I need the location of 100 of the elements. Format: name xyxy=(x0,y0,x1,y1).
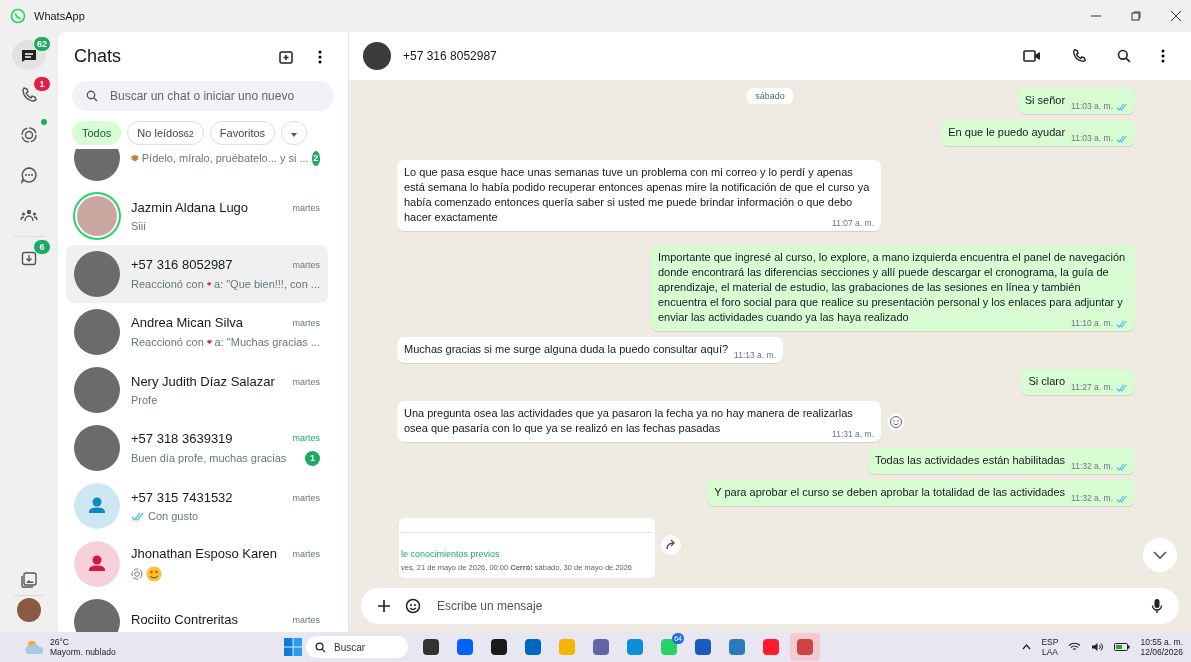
message-preview: Pídelo, míralo, pruébatelo... y si ... xyxy=(141,152,309,164)
contact-name: +57 315 7431532 xyxy=(131,490,234,505)
phone-icon xyxy=(20,86,38,104)
contact-name: Andrea Mican Silva xyxy=(131,315,244,330)
chat-time: martes xyxy=(292,259,320,270)
app-icon xyxy=(524,638,542,656)
chat-list-item[interactable]: Nery Judith Díaz Salazar martes Profe xyxy=(66,361,328,419)
clock-date[interactable]: 12/06/2026 xyxy=(1140,647,1183,657)
unread-badge: 6 xyxy=(33,239,51,255)
calls-tab[interactable]: 1 xyxy=(7,76,51,114)
photo-placeholder xyxy=(74,367,120,413)
microphone-icon[interactable] xyxy=(1151,598,1163,614)
whatsapp-logo-icon xyxy=(10,8,26,24)
sent-message: En que le puedo ayudar 11:03 a. m. xyxy=(941,120,1135,146)
sticker-icon[interactable] xyxy=(405,598,421,614)
contact-name: +57 316 8052987 xyxy=(131,257,234,272)
start-icon[interactable] xyxy=(284,638,302,656)
app-icon xyxy=(694,638,712,656)
contact-name: Rociito Contreritas xyxy=(131,612,239,627)
card-title: le conocimientos previos xyxy=(401,549,501,559)
menu-icon[interactable] xyxy=(318,49,322,64)
photo-placeholder xyxy=(74,599,120,632)
photo-placeholder xyxy=(74,251,120,297)
app-icon xyxy=(456,638,474,656)
emoji-reaction-icon[interactable] xyxy=(887,412,905,431)
app-icon xyxy=(422,638,440,656)
smiley-icon xyxy=(146,566,162,582)
clock-time[interactable]: 10:55 a. m. xyxy=(1140,637,1183,647)
caret-icon xyxy=(291,133,298,137)
sent-message: Todas las actividades están habilitadas 11:32 a. m. xyxy=(867,448,1135,474)
message-composer[interactable]: Escribe un mensaje xyxy=(361,588,1179,624)
filter-chip[interactable]: Favoritos xyxy=(209,121,276,145)
close-icon[interactable] xyxy=(1171,11,1181,21)
video-call-icon[interactable] xyxy=(1023,49,1041,63)
search-icon[interactable] xyxy=(1117,49,1131,63)
app-icon xyxy=(762,638,780,656)
app-icon xyxy=(626,638,644,656)
chat-time: martes xyxy=(292,317,320,328)
photo-placeholder xyxy=(363,42,391,70)
sent-message: Y para aprobar el curso se deben aprobar la totalidad de las actividades 11:32 a. m. xyxy=(707,480,1135,506)
message-input[interactable]: Escribe un mensaje xyxy=(435,598,1137,614)
taskbar-search-field[interactable]: Buscar xyxy=(306,636,408,658)
chat-list-item[interactable]: Andrea Mican Silva martes Reaccionó con a: "Muchas gracias ... xyxy=(66,303,328,361)
chevron-up-icon[interactable] xyxy=(1022,644,1032,650)
scroll-down-button[interactable] xyxy=(1143,538,1177,572)
chat-time: martes xyxy=(292,433,320,443)
battery-icon[interactable] xyxy=(1114,642,1131,652)
app-icon xyxy=(558,638,576,656)
chats-title: Chats xyxy=(74,46,122,67)
channels-icon xyxy=(20,166,38,184)
plus-icon[interactable] xyxy=(377,599,391,613)
chat-list-item[interactable]: +57 318 3639319 martes Buen día profe, muchas gracias 1 xyxy=(66,419,328,477)
sent-message: Si claro 11:27 a. m. xyxy=(1021,369,1135,395)
wifi-icon[interactable] xyxy=(1068,642,1082,652)
received-message: Muchas gracias si me surge alguna duda la puedo consultar aquí? 11:13 a. m. xyxy=(397,337,783,363)
weather-description: Mayorm. nublado xyxy=(50,647,116,657)
message-preview: Siii xyxy=(131,220,146,232)
chat-list-item[interactable]: Pídelo, míralo, pruébatelo... y si ... 2 xyxy=(66,149,328,187)
message-preview: a: "Que bien!!!, con ... xyxy=(213,278,320,290)
status-icon xyxy=(20,126,38,144)
received-message: Una pregunta osea las actividades que ya pasaron la fecha ya no hay manera de realizarlas osea que pasaría con lo que ya se realizó en las fechas pasadas 11:31 a. m. xyxy=(397,401,881,442)
chat-list-item[interactable]: Jhonathan Esposo Karen martes xyxy=(66,535,328,593)
filter-chip[interactable]: Todos xyxy=(72,121,122,145)
chat-time: martes xyxy=(292,202,320,213)
restore-icon[interactable] xyxy=(1131,11,1141,21)
contact-name: Jhonathan Esposo Karen xyxy=(131,546,278,561)
contact-name: +57 318 3639319 xyxy=(131,430,234,446)
message-preview: Buen día profe, muchas gracias xyxy=(131,452,287,464)
sent-message: Si señor 11:03 a. m. xyxy=(1017,88,1135,114)
window-title: WhatsApp xyxy=(34,10,85,22)
new-chat-icon[interactable] xyxy=(278,48,294,65)
contact-name: Jazmin Aldana Lugo xyxy=(131,200,250,215)
message-preview: Profe xyxy=(131,394,158,406)
unread-badge: 1 xyxy=(305,450,320,466)
unread-badge: 2 xyxy=(311,150,320,166)
app-icon xyxy=(490,638,508,656)
search-icon xyxy=(86,90,98,102)
menu-icon[interactable] xyxy=(1161,49,1165,63)
input-language[interactable]: ESP xyxy=(1041,637,1059,647)
temperature: 26°C xyxy=(50,637,70,647)
archive-icon xyxy=(20,249,38,267)
app-icon xyxy=(796,638,814,656)
photo-placeholder xyxy=(74,309,120,355)
app-icon xyxy=(592,638,610,656)
read-ticks-icon xyxy=(131,511,145,521)
chat-list-item[interactable]: Jazmin Aldana Lugo martes Siii xyxy=(66,187,328,245)
date-divider: sábado xyxy=(747,88,793,104)
profile-avatar[interactable] xyxy=(17,598,41,622)
phone-icon[interactable] xyxy=(1071,48,1087,64)
media-icon[interactable] xyxy=(20,571,38,589)
status-icon xyxy=(131,568,143,580)
search-field[interactable]: Buscar un chat o iniciar uno nuevo xyxy=(72,81,334,111)
chat-list-item[interactable]: +57 316 8052987 martes Reaccionó con a: "Que bien!!!, con ... xyxy=(66,245,328,303)
filter-chip[interactable]: No leídos62 xyxy=(127,121,204,145)
search-icon xyxy=(315,641,326,653)
forward-icon[interactable] xyxy=(661,535,681,555)
keyboard-layout[interactable]: LAA xyxy=(1041,647,1058,657)
chat-list-item[interactable]: +57 315 7431532 martes Con gusto xyxy=(66,477,328,535)
speaker-icon[interactable] xyxy=(1091,642,1105,652)
contact-name: Nery Judith Díaz Salazar xyxy=(131,374,276,389)
